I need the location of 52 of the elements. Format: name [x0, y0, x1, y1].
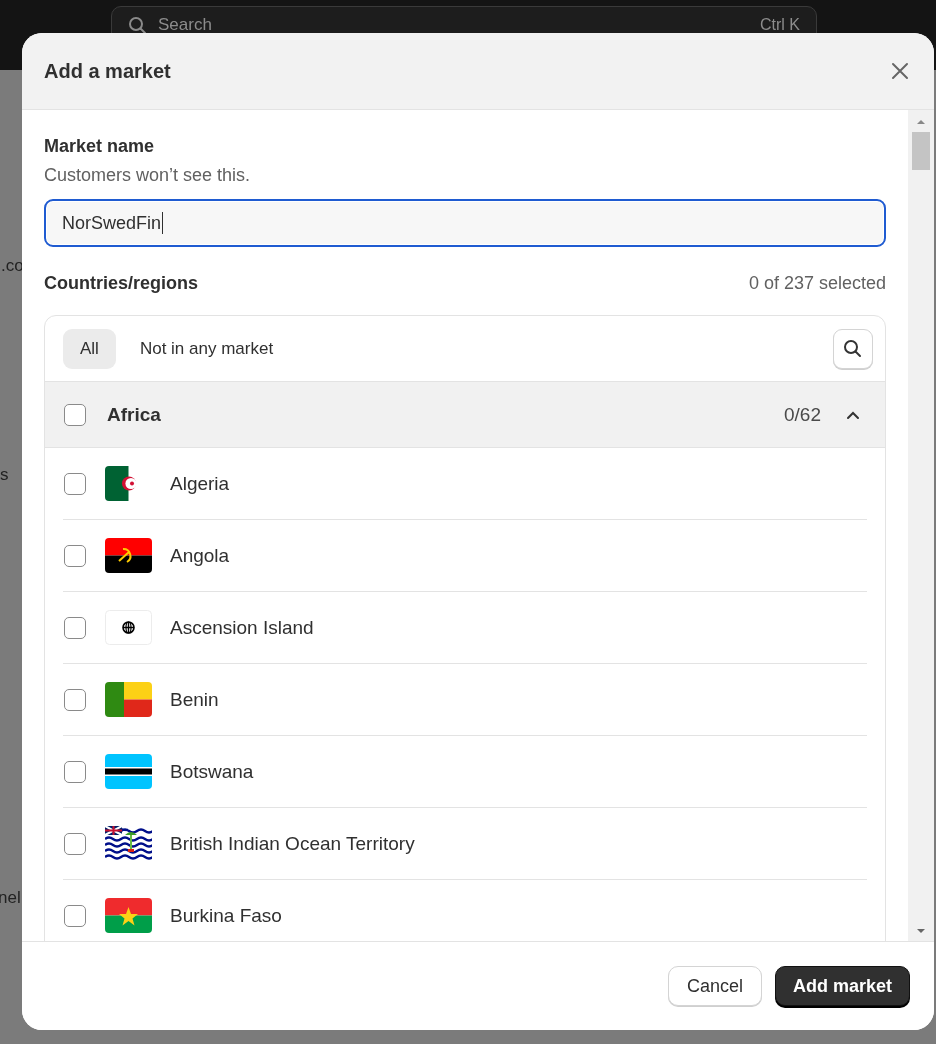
country-row[interactable]: Benin	[63, 664, 867, 736]
checkbox[interactable]	[64, 544, 86, 567]
checkbox[interactable]	[64, 403, 86, 426]
country-name: Burkina Faso	[170, 904, 282, 927]
scrollbar-track[interactable]	[908, 110, 934, 941]
search-icon	[128, 16, 146, 34]
country-row[interactable]: Algeria	[63, 448, 867, 520]
country-name: Botswana	[170, 760, 254, 783]
checkbox[interactable]	[64, 472, 86, 495]
globe-icon	[105, 610, 152, 645]
checkbox[interactable]	[64, 832, 86, 855]
dialog-title: Add a market	[44, 59, 171, 83]
scrollbar-thumb[interactable]	[912, 132, 930, 170]
country-name: Algeria	[170, 472, 230, 495]
background-text: s	[0, 465, 9, 485]
angola-flag-icon	[105, 538, 152, 573]
scroll-down-icon[interactable]	[916, 927, 926, 935]
country-name: Angola	[170, 544, 230, 567]
text-cursor	[162, 212, 164, 234]
country-row[interactable]: Botswana	[63, 736, 867, 808]
country-row[interactable]: Angola	[63, 520, 867, 592]
checkbox[interactable]	[64, 688, 86, 711]
scroll-up-icon[interactable]	[916, 118, 926, 126]
group-header[interactable]: Africa 0/62	[45, 382, 885, 448]
section-label: Countries/regions	[44, 273, 199, 294]
cancel-button[interactable]: Cancel	[668, 966, 762, 1006]
background-text: nel	[0, 888, 21, 908]
country-name: Ascension Island	[170, 616, 314, 639]
checkbox[interactable]	[64, 616, 86, 639]
filter-tab[interactable]: All	[63, 328, 116, 369]
field-label: Market name	[44, 136, 156, 157]
checkbox[interactable]	[64, 760, 86, 783]
search-icon	[843, 338, 863, 359]
search-button[interactable]	[833, 328, 873, 369]
filter-tab[interactable]: Not in any market	[119, 328, 294, 369]
country-row[interactable]: Ascension Island	[63, 592, 867, 664]
benin-flag-icon	[105, 682, 152, 717]
shortcut-hint: Ctrl K	[760, 16, 800, 34]
burkina-flag-icon	[105, 898, 152, 933]
help-text: Customers won’t see this.	[44, 165, 252, 186]
market-name-field[interactable]: NorSwedFin	[44, 199, 886, 247]
country-row[interactable]: British Indian Ocean Territory	[63, 808, 867, 880]
country-name: British Indian Ocean Territory	[170, 832, 415, 855]
add-market-button[interactable]: Add market	[775, 966, 910, 1006]
group-count: 0/62	[784, 403, 821, 426]
group-name: Africa	[107, 403, 161, 426]
selection-count: 0 of 237 selected	[748, 273, 886, 294]
botswana-flag-icon	[105, 754, 152, 789]
close-icon	[890, 61, 910, 81]
country-name: Benin	[170, 688, 219, 711]
territory-flag-icon	[105, 826, 152, 861]
checkbox[interactable]	[64, 904, 86, 927]
